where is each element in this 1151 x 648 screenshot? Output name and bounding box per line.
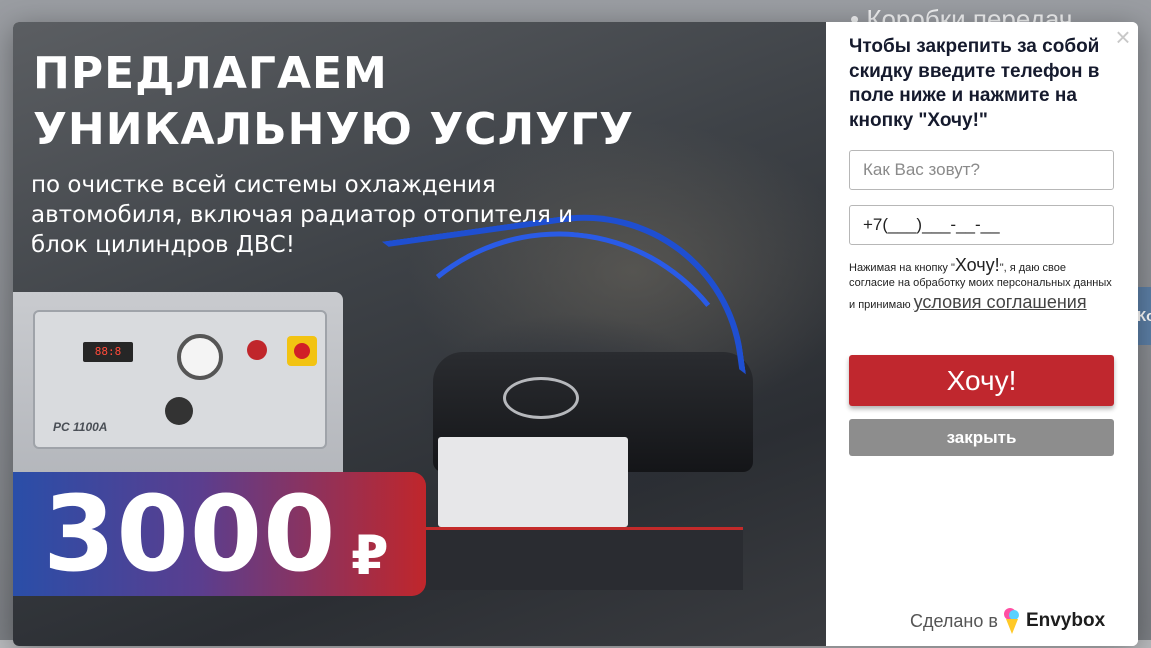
close-button[interactable]: закрыть: [849, 419, 1114, 456]
promo-title-line1: ПРЕДЛАГАЕМ: [33, 48, 388, 99]
terms-link[interactable]: условия соглашения: [914, 292, 1087, 312]
promo-subtitle: по очистке всей системы охлаждения автом…: [31, 172, 574, 258]
machine-control-panel: 88:8 PC 1100A: [33, 310, 327, 449]
made-by-envybox[interactable]: Сделано в Envybox: [910, 608, 1105, 634]
made-by-prefix: Сделано в: [910, 610, 998, 631]
consent-text: Нажимая на кнопку "Хочу!", я даю свое со…: [849, 255, 1114, 313]
promo-title: ПРЕДЛАГАЕМ УНИКАЛЬНУЮ УСЛУГУ: [33, 46, 634, 158]
promo-title-line2: УНИКАЛЬНУЮ УСЛУГУ: [33, 104, 635, 155]
rotary-dial-icon: [165, 397, 193, 425]
license-plate-graphic: [438, 437, 628, 527]
name-input[interactable]: [849, 150, 1114, 190]
price-badge: 3000 ₽: [13, 472, 426, 596]
phone-input[interactable]: [849, 205, 1114, 245]
form-panel: × Чтобы закрепить за собой скидку введит…: [826, 22, 1138, 646]
consent-prefix: Нажимая на кнопку ": [849, 262, 955, 274]
car-bumper-graphic: [413, 527, 743, 590]
form-heading: Чтобы закрепить за собой скидку введите …: [849, 36, 1100, 131]
promo-banner: ПРЕДЛАГАЕМ УНИКАЛЬНУЮ УСЛУГУ по очистке …: [13, 22, 826, 646]
machine-display: 88:8: [83, 342, 133, 362]
want-button[interactable]: Хочу!: [849, 355, 1114, 406]
price-value: 3000: [43, 473, 337, 595]
price-currency: ₽: [351, 524, 389, 587]
machine-brand-label: PC 1100A: [53, 420, 108, 434]
pressure-gauge-icon: [177, 334, 223, 380]
emergency-stop-icon: [287, 336, 317, 366]
consent-button-word: Хочу!: [954, 255, 1000, 275]
popup-modal: ПРЕДЛАГАЕМ УНИКАЛЬНУЮ УСЛУГУ по очистке …: [13, 22, 1138, 646]
envybox-brand: Envybox: [1025, 610, 1106, 631]
red-button-icon: [247, 340, 267, 360]
ice-cream-logo-icon: [1003, 608, 1020, 634]
